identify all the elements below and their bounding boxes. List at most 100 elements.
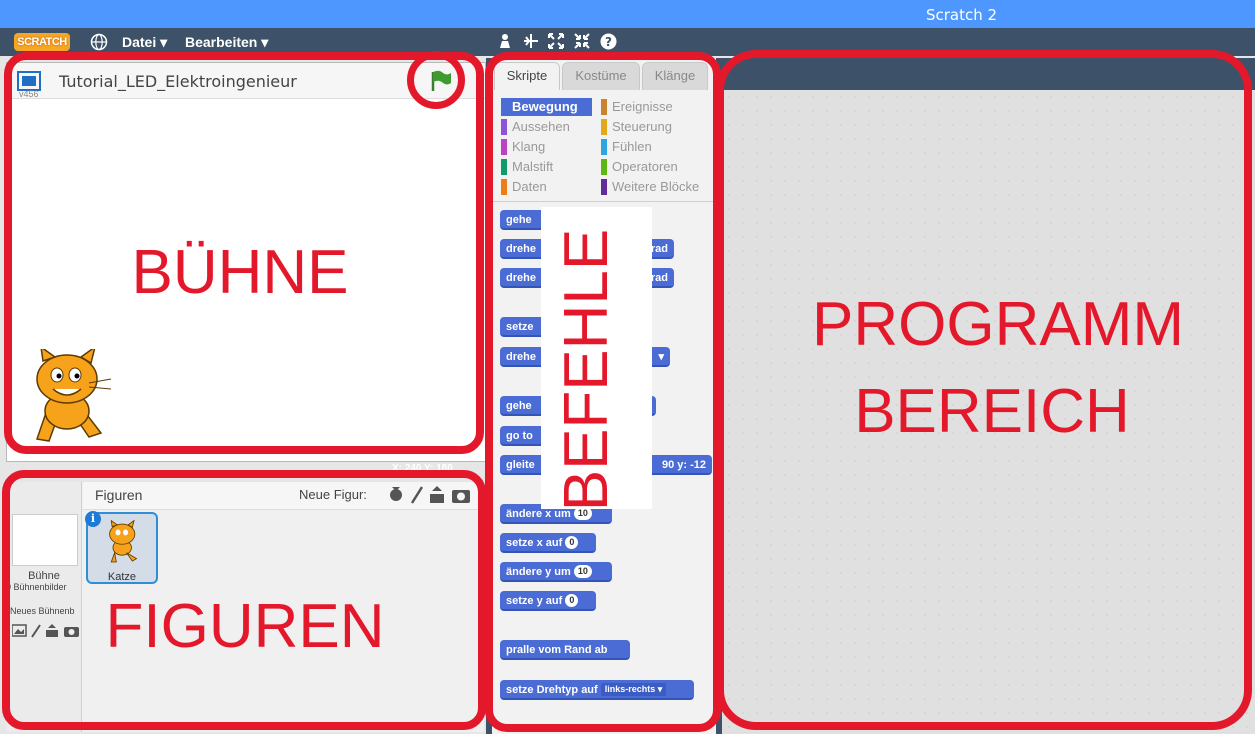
backdrop-camera-icon — [64, 627, 79, 637]
mouse-coords: X: 240 Y: 180 — [392, 463, 453, 474]
sprite-camera-icon — [452, 490, 470, 503]
block-label: ändere y um — [506, 566, 571, 578]
shrink-icon[interactable] — [574, 33, 590, 54]
category-steuerung[interactable]: Steuerung — [601, 118, 672, 136]
block-9[interactable]: setze x auf 0 — [500, 533, 596, 553]
category-label: Operatoren — [612, 159, 678, 174]
svg-text:?: ? — [605, 35, 612, 49]
block-label: setze — [506, 321, 534, 333]
flag-highlight-ring — [407, 51, 465, 109]
category-label: Fühlen — [612, 139, 652, 154]
category-ereignisse[interactable]: Ereignisse — [601, 98, 673, 116]
grow-icon[interactable] — [548, 33, 564, 54]
block-13[interactable]: setze Drehtyp auf links-rechts ▾ — [500, 680, 694, 700]
block-11[interactable]: setze y auf 0 — [500, 591, 596, 611]
version-label: v456 — [19, 89, 39, 99]
category-color-swatch — [601, 139, 607, 155]
label-buehne: BÜHNE — [131, 238, 349, 307]
block-label: setze Drehtyp auf — [506, 684, 598, 696]
label-figuren: FIGUREN — [105, 592, 385, 661]
category-label: Bewegung — [512, 99, 578, 114]
globe-icon[interactable] — [90, 33, 108, 56]
cat-thumbnail-icon — [102, 518, 142, 573]
category-color-swatch — [501, 159, 507, 175]
block-label: drehe — [506, 243, 536, 255]
category-color-swatch — [501, 119, 507, 135]
block-label: drehe — [506, 351, 536, 363]
menu-bar: SCRATCH Datei ▾ Bearbeiten ▾ ? — [0, 28, 1255, 56]
sprite-upload-icon — [430, 486, 444, 503]
tab-klaenge[interactable]: Klänge — [642, 62, 708, 90]
menu-bearbeiten[interactable]: Bearbeiten ▾ — [185, 34, 268, 51]
category-color-swatch — [601, 119, 607, 135]
block-tail: 90 y: -12 — [661, 459, 706, 471]
category-color-swatch — [601, 179, 607, 195]
category-aussehen[interactable]: Aussehen — [501, 118, 570, 136]
stage-label: Bühne — [28, 570, 60, 582]
tab-skripte[interactable]: Skripte — [494, 62, 560, 90]
category-label: Ereignisse — [612, 99, 673, 114]
label-programm: PROGRAMM — [812, 290, 1184, 359]
category-color-swatch — [501, 99, 507, 115]
block-label: pralle vom Rand ab — [506, 644, 608, 656]
category-klang[interactable]: Klang — [501, 138, 545, 156]
sprites-header: Figuren Neue Figur: — [83, 482, 484, 510]
sprite-library-icon — [390, 487, 402, 501]
category-bewegung[interactable]: Bewegung — [501, 98, 592, 116]
scratch-logo[interactable]: SCRATCH — [14, 33, 70, 51]
block-label: gleite — [506, 459, 535, 471]
duplicate-icon[interactable] — [497, 33, 513, 54]
block-value-input[interactable]: 0 — [565, 594, 579, 607]
block-tail: rad — [650, 272, 668, 284]
category-color-swatch — [601, 159, 607, 175]
block-label: gehe — [506, 400, 532, 412]
label-befehle: BEFEHLE — [552, 228, 621, 512]
backdrop-tools — [11, 624, 82, 643]
help-icon[interactable]: ? — [600, 33, 617, 55]
block-label: drehe — [506, 272, 536, 284]
sprites-title: Figuren — [95, 487, 143, 503]
info-icon[interactable]: i — [85, 511, 101, 527]
block-10[interactable]: ändere y um 10 — [500, 562, 612, 582]
stage-thumbnail[interactable] — [12, 514, 78, 566]
category-color-swatch — [601, 99, 607, 115]
block-categories: Bewegung Ereignisse Aussehen Steuerung Klang… — [492, 94, 716, 202]
sprite-name: Katze — [107, 571, 137, 583]
category-operatoren[interactable]: Operatoren — [601, 158, 678, 176]
new-sprite-tools — [386, 484, 476, 511]
category-label: Aussehen — [512, 119, 570, 134]
block-tail: rad — [650, 243, 668, 255]
block-label: gehe — [506, 214, 532, 226]
project-name[interactable]: Tutorial_LED_Elektroingenieur — [59, 72, 297, 91]
category-label: Klang — [512, 139, 546, 154]
block-value-input[interactable]: 10 — [573, 565, 592, 578]
category-label: Daten — [512, 179, 547, 194]
window-titlebar: Scratch 2 — [0, 0, 1255, 28]
sprite-card-katze[interactable]: i Katze — [85, 511, 158, 584]
category-fühlen[interactable]: Fühlen — [601, 138, 652, 156]
block-dropdown[interactable]: links-rechts ▾ — [600, 683, 667, 696]
category-weitere-blöcke[interactable]: Weitere Blöcke — [601, 178, 699, 196]
tab-kostueme[interactable]: Kostüme — [562, 62, 640, 90]
category-color-swatch — [501, 179, 507, 195]
sprite-paint-icon — [410, 486, 424, 504]
category-color-swatch — [501, 139, 507, 155]
block-tail: ▾ — [658, 351, 664, 363]
cat-sprite-image[interactable] — [19, 345, 114, 456]
block-label: setze x auf — [506, 537, 563, 549]
backdrop-library-icon — [11, 624, 27, 637]
category-daten[interactable]: Daten — [501, 178, 547, 196]
palette-tabs: Skripte Kostüme Klänge — [492, 62, 716, 92]
backdrop-upload-icon — [46, 624, 58, 637]
block-label: go to — [506, 430, 533, 442]
stage-backdrop-count: 0 Bühnenbilder — [6, 582, 67, 592]
block-12[interactable]: pralle vom Rand ab — [500, 640, 630, 660]
stage-column: Bühne 0 Bühnenbilder Neues Bühnenb — [6, 482, 82, 732]
backdrop-paint-icon — [31, 624, 41, 638]
category-malstift[interactable]: Malstift — [501, 158, 553, 176]
block-value-input[interactable]: 0 — [565, 536, 579, 549]
category-label: Weitere Blöcke — [612, 179, 700, 194]
menu-datei[interactable]: Datei ▾ — [122, 34, 167, 51]
cut-icon[interactable] — [522, 33, 540, 54]
new-sprite-label: Neue Figur: — [299, 487, 367, 502]
